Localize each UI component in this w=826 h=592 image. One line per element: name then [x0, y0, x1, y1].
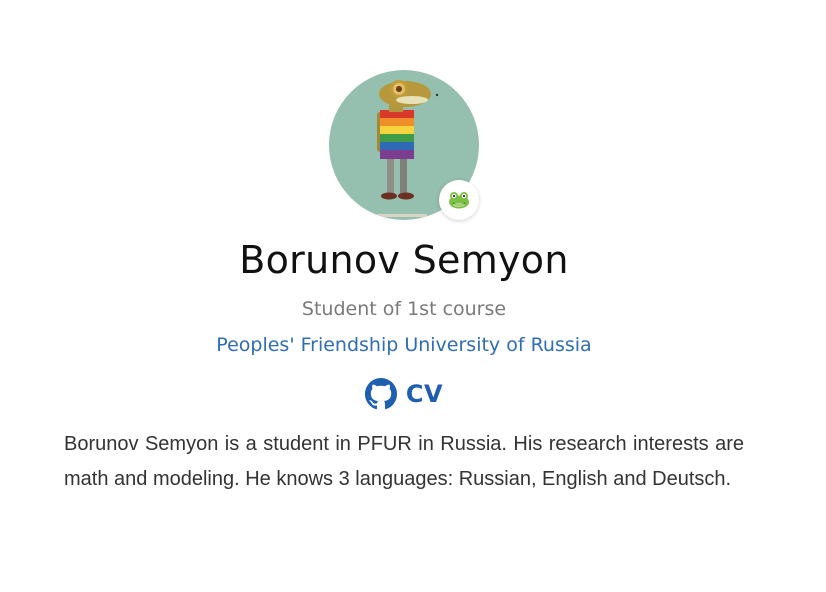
social-links: CV [0, 378, 808, 410]
github-icon [364, 378, 397, 410]
frog-badge [439, 180, 479, 220]
github-link[interactable] [364, 378, 397, 410]
profile-name: Borunov Semyon [239, 238, 569, 282]
profile-bio: Borunov Semyon is a student in PFUR in R… [64, 433, 744, 490]
frog-icon [449, 192, 469, 209]
organization-link[interactable]: Peoples' Friendship University of Russia [0, 334, 808, 356]
avatar-container [329, 70, 479, 220]
profile-role: Student of 1st course [301, 298, 507, 320]
profile-page: Borunov Semyon Student of 1st course Peo… [0, 0, 826, 592]
cv-link[interactable]: CV [406, 380, 443, 408]
